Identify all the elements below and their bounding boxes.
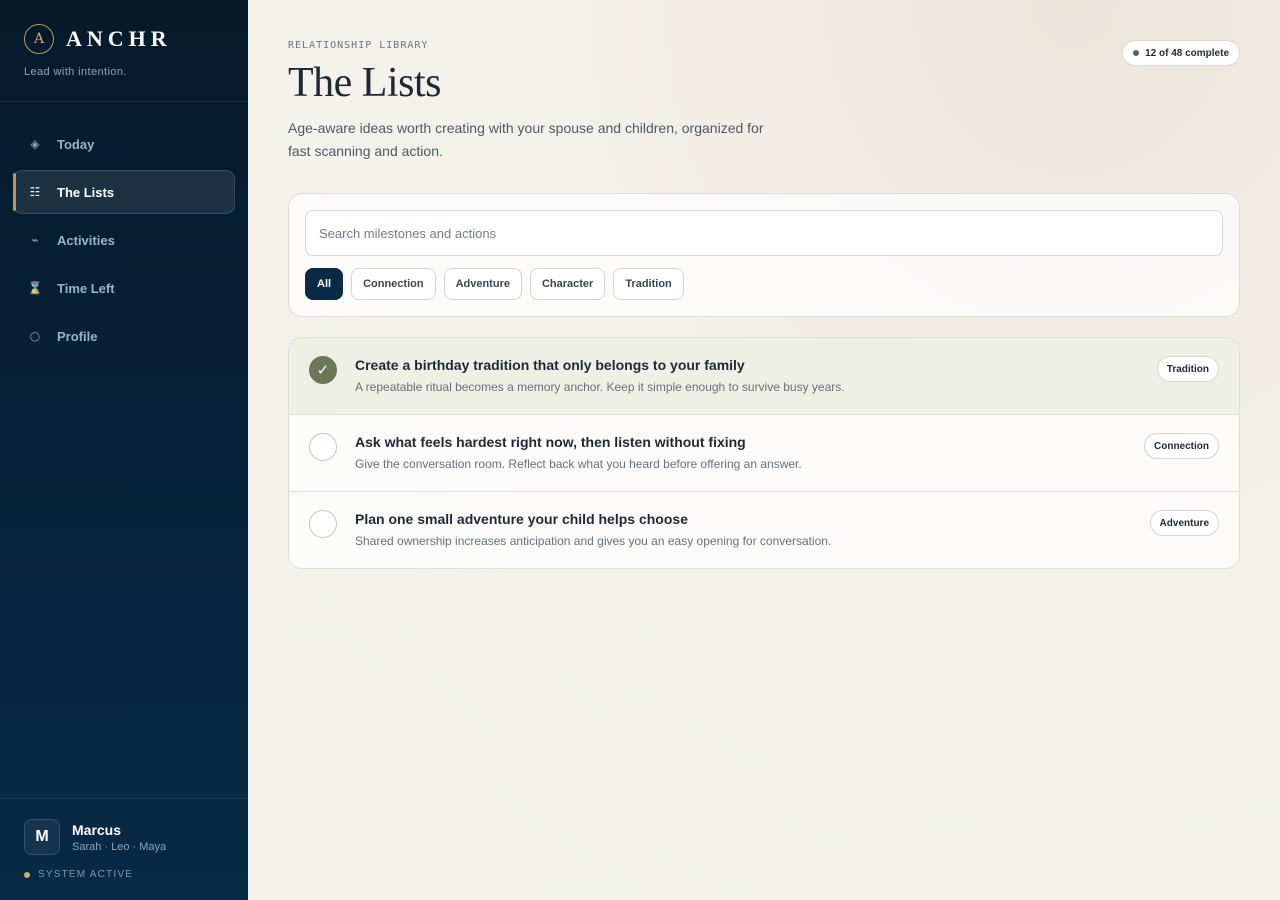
nav-item-profile[interactable]: ○ Profile — [13, 314, 235, 358]
filter-chip-adventure[interactable]: Adventure — [443, 268, 522, 300]
list-item-description: Shared ownership increases anticipation … — [355, 534, 832, 548]
completion-checkbox[interactable] — [309, 433, 337, 461]
diamond-icon: ◈ — [30, 137, 40, 151]
status-dot-icon — [24, 871, 30, 878]
list-item-body: Create a birthday tradition that only be… — [355, 355, 845, 414]
user-family: Sarah · Leo · Maya — [72, 840, 167, 853]
list-item-description: Give the conversation room. Reflect back… — [355, 457, 802, 471]
category-tag[interactable]: Connection — [1144, 433, 1219, 459]
main-content: RELATIONSHIP LIBRARY The Lists Age-aware… — [248, 0, 1280, 900]
nav-item-activities[interactable]: ⌁ Activities — [13, 218, 235, 262]
user-row[interactable]: M Marcus Sarah · Leo · Maya — [24, 819, 224, 855]
list-item[interactable]: Ask what feels hardest right now, then l… — [289, 415, 1239, 492]
nav-item-label: Today — [57, 136, 95, 152]
progress-badge: 12 of 48 complete — [1122, 40, 1240, 66]
brand-name[interactable]: ANCHR — [66, 26, 172, 52]
profile-icon: ○ — [29, 329, 41, 343]
user-panel: M Marcus Sarah · Leo · Maya SYSTEM ACTIV… — [0, 798, 248, 900]
filter-chips: All Connection Adventure Character Tradi… — [305, 268, 1223, 300]
filter-chip-tradition[interactable]: Tradition — [613, 268, 684, 300]
nav-item-time-left[interactable]: ⌛ Time Left — [13, 266, 235, 310]
status-text: SYSTEM ACTIVE — [38, 869, 134, 880]
list-item-body: Ask what feels hardest right now, then l… — [355, 432, 802, 491]
list-item-title: Plan one small adventure your child help… — [355, 511, 688, 527]
category-tag[interactable]: Tradition — [1156, 356, 1219, 382]
action-list: ✓ Create a birthday tradition that only … — [288, 337, 1240, 569]
nav-item-today[interactable]: ◈ Today — [13, 122, 235, 166]
progress-dot-icon — [1133, 50, 1140, 56]
list-item-title: Ask what feels hardest right now, then l… — [355, 434, 746, 450]
filter-card: All Connection Adventure Character Tradi… — [288, 193, 1240, 317]
category-tag[interactable]: Adventure — [1149, 510, 1219, 536]
search-input[interactable] — [305, 210, 1223, 256]
progress-text: 12 of 48 complete — [1145, 47, 1229, 59]
list-item-title: Create a birthday tradition that only be… — [355, 357, 745, 373]
logo-mark-icon[interactable]: A — [24, 24, 54, 54]
system-status: SYSTEM ACTIVE — [24, 869, 224, 880]
page-description: Age-aware ideas worth creating with your… — [288, 120, 764, 159]
avatar[interactable]: M — [24, 819, 60, 855]
list-item-description: A repeatable ritual becomes a memory anc… — [355, 380, 845, 394]
page-eyebrow: RELATIONSHIP LIBRARY — [288, 40, 429, 51]
filter-chip-character[interactable]: Character — [529, 268, 606, 300]
brand-area: A ANCHR Lead with intention. — [0, 0, 248, 102]
hourglass-icon: ⌛ — [27, 281, 43, 295]
list-item[interactable]: ✓ Create a birthday tradition that only … — [289, 338, 1239, 415]
nav-item-the-lists[interactable]: ☷ The Lists — [13, 170, 235, 214]
sidebar: A ANCHR Lead with intention. ◈ Today ☷ T… — [0, 0, 248, 900]
list-item-body: Plan one small adventure your child help… — [355, 509, 831, 568]
list-item[interactable]: Plan one small adventure your child help… — [289, 492, 1239, 568]
brand-row: A ANCHR — [24, 24, 224, 54]
filter-chip-all[interactable]: All — [305, 268, 344, 300]
user-info: Marcus Sarah · Leo · Maya — [72, 822, 166, 853]
activity-icon: ⌁ — [31, 233, 39, 247]
nav-item-label: Activities — [57, 232, 115, 248]
nav-item-label: Time Left — [57, 280, 115, 296]
user-name: Marcus — [72, 821, 122, 838]
nav-item-label: Profile — [57, 328, 98, 344]
completion-checkbox[interactable] — [309, 510, 337, 538]
list-icon: ☷ — [29, 185, 41, 199]
filter-chip-connection[interactable]: Connection — [351, 268, 436, 300]
page-title: The Lists — [288, 60, 441, 106]
nav-item-label: The Lists — [57, 184, 115, 200]
main-nav: ◈ Today ☷ The Lists ⌁ Activities ⌛ Time … — [0, 102, 248, 358]
completion-checkbox[interactable]: ✓ — [309, 356, 337, 384]
brand-tagline: Lead with intention. — [24, 66, 127, 78]
